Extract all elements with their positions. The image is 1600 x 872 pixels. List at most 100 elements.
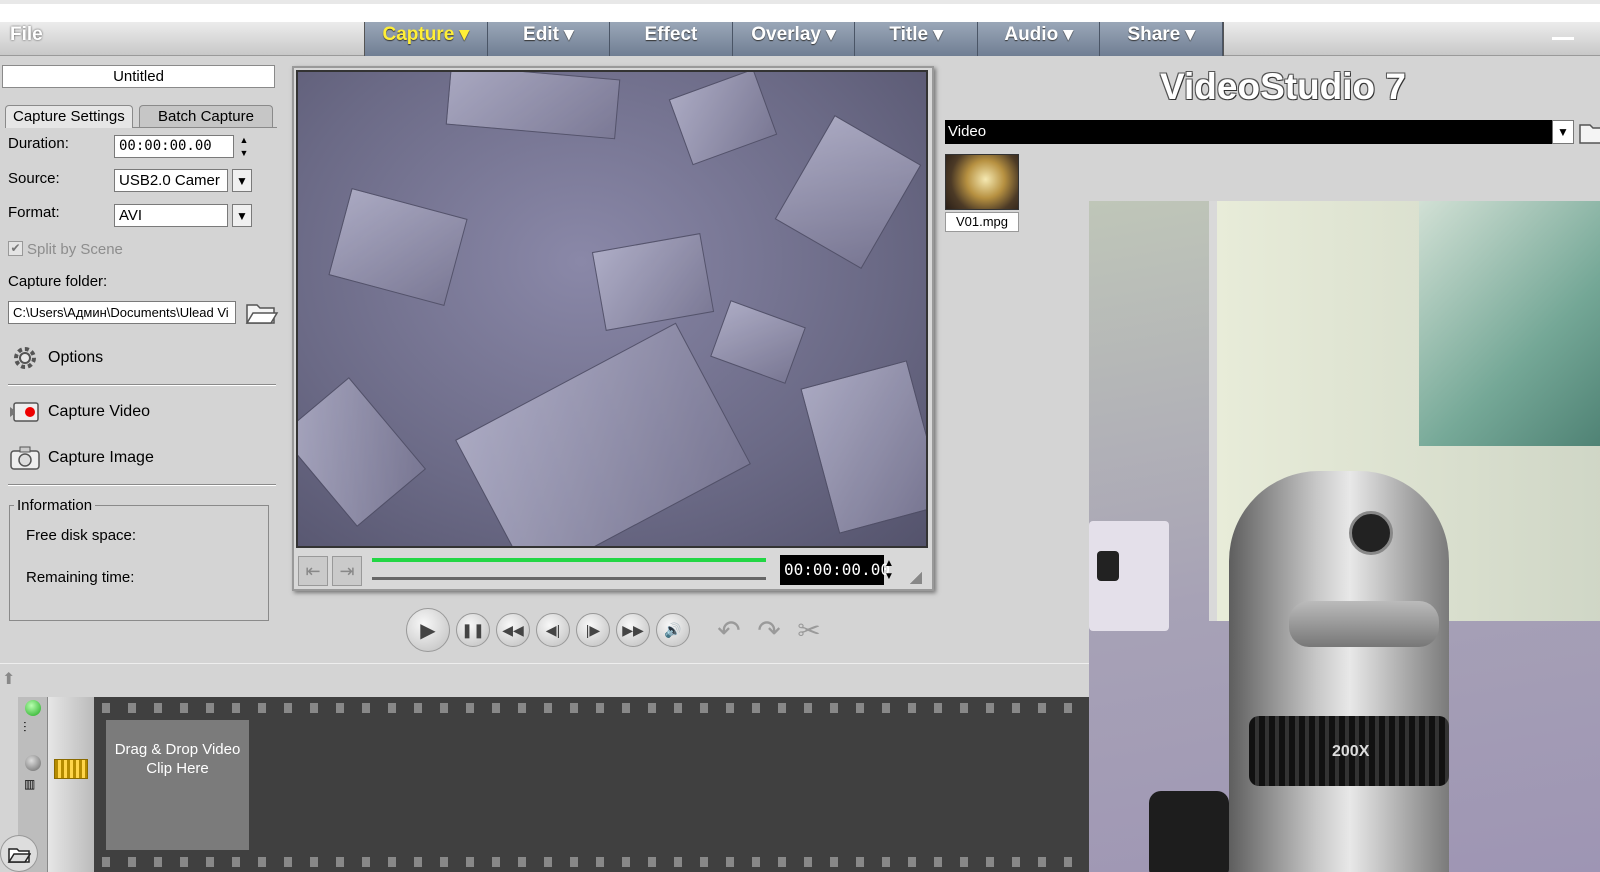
folder-open-icon <box>1579 124 1600 144</box>
timecode-display[interactable]: 00:00:00.00 <box>780 555 890 585</box>
mark-in-icon: ⇤ <box>305 560 321 581</box>
format-select[interactable]: AVI <box>114 204 228 227</box>
rewind-icon: ◀◀ <box>502 621 524 638</box>
duration-label: Duration: <box>8 135 69 152</box>
play-icon: ▶ <box>420 619 436 642</box>
tab-capture-settings[interactable]: Capture Settings <box>5 105 133 128</box>
spin-up-icon[interactable]: ▲ <box>884 557 894 570</box>
fast-forward-icon: ▶▶ <box>622 621 644 638</box>
duration-spinner[interactable]: ▲ ▼ <box>236 135 252 158</box>
microscope-body <box>1229 471 1449 872</box>
folder-browse-button[interactable] <box>243 295 279 327</box>
trim-bar[interactable] <box>372 577 766 580</box>
minimize-button[interactable] <box>1552 26 1574 40</box>
previous-frame-icon: ◀| <box>545 621 561 638</box>
tab-batch-capture[interactable]: Batch Capture <box>139 105 273 128</box>
storyboard-mode-indicator[interactable] <box>25 700 41 716</box>
source-select[interactable]: USB2.0 Camer <box>114 169 228 192</box>
step-share[interactable]: Share ▾ <box>1100 22 1224 56</box>
step-title[interactable]: Title ▾ <box>855 22 978 56</box>
camera-icon <box>8 443 42 473</box>
video-camera-icon <box>8 397 42 427</box>
microscope-stand <box>1149 791 1229 872</box>
timeline-track-header <box>48 697 94 872</box>
timeline-toolbar <box>0 663 1089 693</box>
rewind-button[interactable]: ◀◀ <box>496 613 530 647</box>
library-folder-button[interactable] <box>1578 118 1600 146</box>
projected-screen <box>1419 201 1600 446</box>
source-dropdown-button[interactable]: ▼ <box>232 169 252 192</box>
pause-button[interactable]: ❚❚ <box>456 613 490 647</box>
timeline-expand-icon[interactable]: ⬆ <box>2 669 15 689</box>
library-clip-thumbnail[interactable] <box>945 154 1019 210</box>
undo-button[interactable]: ↶ <box>712 613 746 647</box>
source-label: Source: <box>8 170 60 187</box>
capture-folder-field[interactable]: C:\Users\Админ\Documents\Ulead Vi <box>8 301 236 324</box>
step-effect[interactable]: Effect <box>610 22 733 56</box>
timeline-view-icon[interactable]: ▥ <box>24 777 35 791</box>
capture-image-button[interactable]: Capture Image <box>8 441 154 475</box>
cut-button[interactable]: ✂ <box>792 613 826 647</box>
divider <box>8 484 276 486</box>
options-label: Options <box>48 349 104 366</box>
chevron-down-icon: ▼ <box>236 173 248 188</box>
format-dropdown-button[interactable]: ▼ <box>232 204 252 227</box>
crystal-shape <box>591 233 715 331</box>
crystal-shape <box>298 377 427 527</box>
microscope-grip <box>1289 601 1439 647</box>
library-clip-name: V01.mpg <box>945 212 1019 232</box>
split-by-scene-checkbox[interactable]: ✔ <box>8 241 23 256</box>
microscope-zoom-label: 200X <box>1332 743 1370 760</box>
format-label: Format: <box>8 204 60 221</box>
step-capture[interactable]: Capture ▾ <box>365 22 488 56</box>
power-plug <box>1097 551 1119 581</box>
resize-grip-icon[interactable] <box>910 572 922 584</box>
duration-field[interactable]: 00:00:00.00 <box>114 135 234 158</box>
capture-image-label: Capture Image <box>48 449 154 466</box>
redo-button[interactable]: ↷ <box>752 613 786 647</box>
timeline-mode-indicator[interactable] <box>25 755 41 771</box>
film-sprockets-bottom <box>94 857 1089 867</box>
next-frame-button[interactable]: |▶ <box>576 613 610 647</box>
file-menu[interactable]: File <box>10 24 43 46</box>
open-file-button[interactable] <box>0 835 38 872</box>
redo-icon: ↷ <box>757 614 781 646</box>
capture-folder-label: Capture folder: <box>8 273 108 290</box>
spin-down-icon[interactable]: ▼ <box>240 148 249 158</box>
timecode-spinner[interactable]: ▲ ▼ <box>884 557 894 583</box>
project-title: Untitled <box>2 65 275 88</box>
mark-buttons: ⇤ ⇥ <box>298 556 362 586</box>
chevron-down-icon: ▼ <box>1557 125 1569 139</box>
crystal-shape <box>455 322 751 546</box>
step-edit[interactable]: Edit ▾ <box>488 22 611 56</box>
crystal-shape <box>668 72 778 166</box>
previous-frame-button[interactable]: ◀| <box>536 613 570 647</box>
preview-screen <box>296 70 928 548</box>
options-button[interactable]: Options <box>8 341 103 375</box>
mark-out-button[interactable]: ⇥ <box>332 556 362 586</box>
brand-logo: VideoStudio 7 <box>1160 66 1407 107</box>
fast-forward-button[interactable]: ▶▶ <box>616 613 650 647</box>
play-button[interactable]: ▶ <box>406 608 450 652</box>
storyboard-icon[interactable]: ⫶ <box>23 719 27 736</box>
mark-in-button[interactable]: ⇤ <box>298 556 328 586</box>
information-group <box>9 505 269 621</box>
library-dropdown-button[interactable]: ▼ <box>1552 120 1574 144</box>
chevron-down-icon: ▼ <box>236 208 248 223</box>
step-overlay[interactable]: Overlay ▾ <box>733 22 856 56</box>
split-by-scene-label: Split by Scene <box>27 241 123 258</box>
drop-clip-slot[interactable]: Drag & Drop Video Clip Here <box>106 720 249 850</box>
mark-out-icon: ⇥ <box>339 560 355 581</box>
scrub-progress-bar[interactable] <box>372 558 766 562</box>
volume-button[interactable]: 🔊 <box>656 613 690 647</box>
crystal-shape <box>710 300 806 384</box>
step-audio[interactable]: Audio ▾ <box>978 22 1101 56</box>
crystal-shape <box>445 72 621 140</box>
spin-down-icon[interactable]: ▼ <box>884 570 894 583</box>
film-strip-icon[interactable] <box>54 759 88 779</box>
microscope-capture-button <box>1349 511 1393 555</box>
library-category-select[interactable]: Video <box>945 120 1552 144</box>
capture-video-button[interactable]: Capture Video <box>8 395 150 429</box>
spin-up-icon[interactable]: ▲ <box>240 135 249 145</box>
crystal-shape <box>774 115 922 269</box>
